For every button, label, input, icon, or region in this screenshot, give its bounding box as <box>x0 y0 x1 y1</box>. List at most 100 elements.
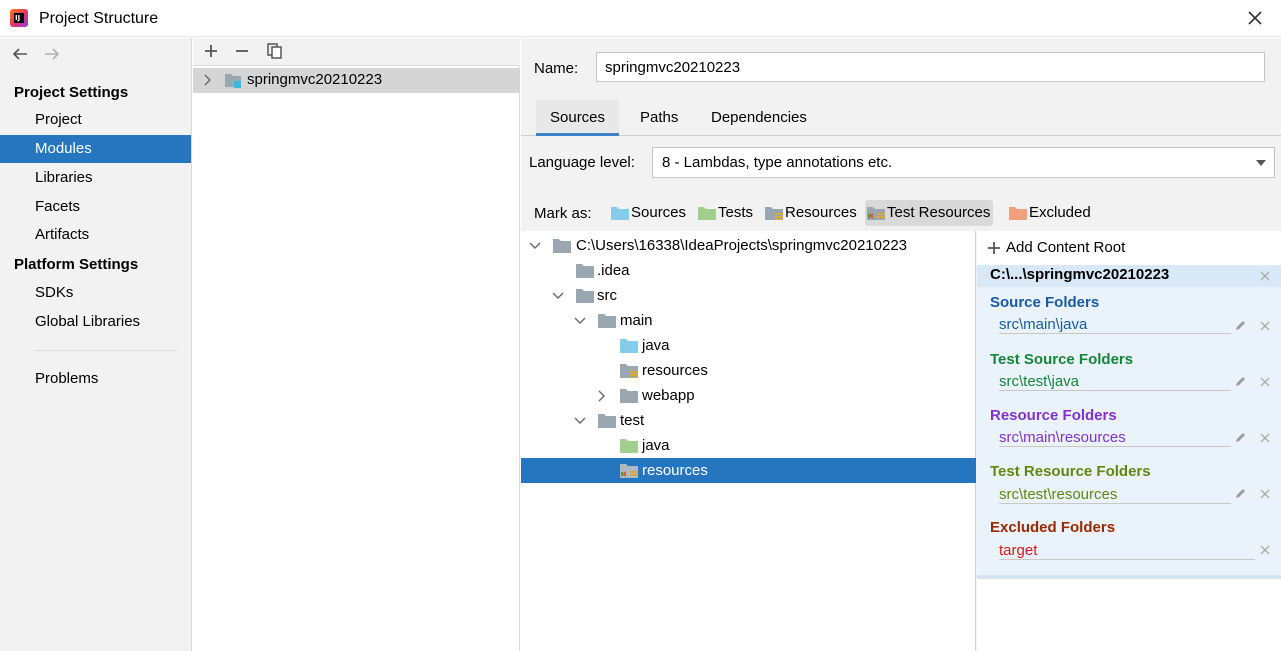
tree-node-label: src <box>597 287 617 304</box>
mark-as-resources-label: Resources <box>785 204 857 221</box>
nav-divider <box>34 350 177 351</box>
delete-x-icon[interactable] <box>1259 376 1271 388</box>
settings-nav: Project Settings Project Modules Librari… <box>0 38 192 651</box>
mark-as-test-resources-label: Test Resources <box>887 204 991 221</box>
mark-as-test-resources-button[interactable]: Test Resources <box>865 200 994 226</box>
mark-as-tests-label: Tests <box>718 204 754 221</box>
tree-node-test-java[interactable]: java <box>521 433 976 458</box>
module-name-input[interactable] <box>596 52 1265 82</box>
tree-node-label: resources <box>642 362 708 379</box>
folder-icon <box>553 239 571 253</box>
entry-underline <box>999 503 1231 504</box>
nav-item-problems[interactable]: Problems <box>0 365 191 393</box>
app-logo-icon: IJ <box>10 9 28 27</box>
content-root-header: C:\...\springmvc20210223 <box>977 265 1281 287</box>
window-title: Project Structure <box>39 10 159 27</box>
test-source-folders-title: Test Source Folders <box>990 351 1134 368</box>
source-folders-title: Source Folders <box>990 294 1100 311</box>
nav-item-libraries[interactable]: Libraries <box>0 164 191 192</box>
test-folder-icon <box>620 439 638 453</box>
edit-pencil-icon[interactable] <box>1234 319 1247 332</box>
tree-node-test[interactable]: test <box>521 408 976 433</box>
source-folder-icon <box>620 339 638 353</box>
module-row[interactable]: springmvc20210223 <box>193 68 520 93</box>
edit-pencil-icon[interactable] <box>1234 375 1247 388</box>
copy-icon <box>267 43 282 59</box>
add-icon <box>205 45 217 57</box>
content-tree: C:\Users\16338\IdeaProjects\springmvc202… <box>521 231 976 651</box>
excluded-folders-title: Excluded Folders <box>990 519 1116 536</box>
add-content-root-label: Add Content Root <box>1006 239 1126 256</box>
copy-module-button[interactable] <box>266 42 284 60</box>
tree-node-webapp[interactable]: webapp <box>521 383 976 408</box>
test-resource-folder-entry[interactable]: src\test\resources <box>999 486 1117 503</box>
edit-pencil-icon[interactable] <box>1234 487 1247 500</box>
chevron-down-icon <box>574 317 586 324</box>
close-button[interactable] <box>1243 6 1267 30</box>
edit-pencil-icon[interactable] <box>1234 431 1247 444</box>
test-source-folder-entry[interactable]: src\test\java <box>999 373 1079 390</box>
chevron-down-icon <box>1256 160 1266 166</box>
delete-x-icon[interactable] <box>1259 320 1271 332</box>
delete-x-icon[interactable] <box>1259 544 1271 556</box>
tree-node-test-resources[interactable]: resources <box>521 458 976 483</box>
tree-node-main-resources[interactable]: resources <box>521 358 976 383</box>
tree-node-main-java[interactable]: java <box>521 333 976 358</box>
tree-node-root[interactable]: C:\Users\16338\IdeaProjects\springmvc202… <box>521 233 976 258</box>
resources-folder-icon <box>765 207 783 220</box>
tree-node-label: webapp <box>642 387 695 404</box>
remove-module-button[interactable] <box>233 42 251 60</box>
delete-x-icon[interactable] <box>1259 270 1271 282</box>
chevron-right-icon <box>598 390 605 402</box>
tree-node-label: resources <box>642 462 708 479</box>
delete-x-icon[interactable] <box>1259 488 1271 500</box>
forward-button[interactable] <box>42 44 62 64</box>
tab-paths[interactable]: Paths <box>626 100 692 136</box>
source-folder-entry[interactable]: src\main\java <box>999 316 1087 333</box>
add-module-button[interactable] <box>202 42 220 60</box>
delete-x-icon[interactable] <box>1259 432 1271 444</box>
nav-item-modules[interactable]: Modules <box>0 135 191 163</box>
tree-node-idea[interactable]: .idea <box>521 258 976 283</box>
content-root-panel: Add Content Root C:\...\springmvc2021022… <box>977 231 1281 651</box>
excluded-folder-entry[interactable]: target <box>999 542 1037 559</box>
tree-node-src[interactable]: src <box>521 283 976 308</box>
module-tabs: Sources Paths Dependencies <box>521 100 1281 136</box>
tree-node-label: main <box>620 312 653 329</box>
tree-node-main[interactable]: main <box>521 308 976 333</box>
test-resources-folder-icon <box>867 207 885 220</box>
nav-item-global-libraries[interactable]: Global Libraries <box>0 308 191 336</box>
tree-node-label: java <box>642 337 670 354</box>
folder-icon <box>598 314 616 328</box>
back-button[interactable] <box>10 44 30 64</box>
chevron-right-icon <box>204 74 211 86</box>
test-resources-folder-icon <box>620 464 638 478</box>
add-content-root-button[interactable]: Add Content Root <box>987 239 1125 256</box>
source-folder-icon <box>611 207 629 220</box>
mark-as-resources-button[interactable]: Resources <box>763 200 860 226</box>
forward-arrow-icon <box>45 48 60 60</box>
folder-icon <box>576 264 594 278</box>
name-label: Name: <box>534 60 579 77</box>
tab-sources[interactable]: Sources <box>536 100 620 136</box>
test-folder-icon <box>698 207 716 220</box>
tab-dependencies[interactable]: Dependencies <box>697 100 821 136</box>
mark-as-excluded-button[interactable]: Excluded <box>1007 200 1094 226</box>
nav-item-project[interactable]: Project <box>0 106 191 134</box>
module-toolbar <box>193 38 520 66</box>
nav-section-platform-settings: Platform Settings <box>14 256 139 273</box>
mark-as-tests-button[interactable]: Tests <box>696 200 756 226</box>
tree-node-label: test <box>620 412 645 429</box>
language-level-select[interactable]: 8 - Lambdas, type annotations etc. <box>652 147 1275 178</box>
language-level-value: 8 - Lambdas, type annotations etc. <box>662 154 893 171</box>
test-resource-folders-title: Test Resource Folders <box>990 463 1151 480</box>
entry-underline <box>999 559 1255 560</box>
tree-node-label: C:\Users\16338\IdeaProjects\springmvc202… <box>576 237 908 254</box>
mark-as-sources-button[interactable]: Sources <box>609 200 689 226</box>
mark-as-sources-label: Sources <box>631 204 687 221</box>
nav-item-artifacts[interactable]: Artifacts <box>0 221 191 249</box>
nav-item-sdks[interactable]: SDKs <box>0 279 191 307</box>
resource-folder-entry[interactable]: src\main\resources <box>999 429 1126 446</box>
nav-item-facets[interactable]: Facets <box>0 193 191 221</box>
title-bar: IJ Project Structure <box>0 0 1281 37</box>
